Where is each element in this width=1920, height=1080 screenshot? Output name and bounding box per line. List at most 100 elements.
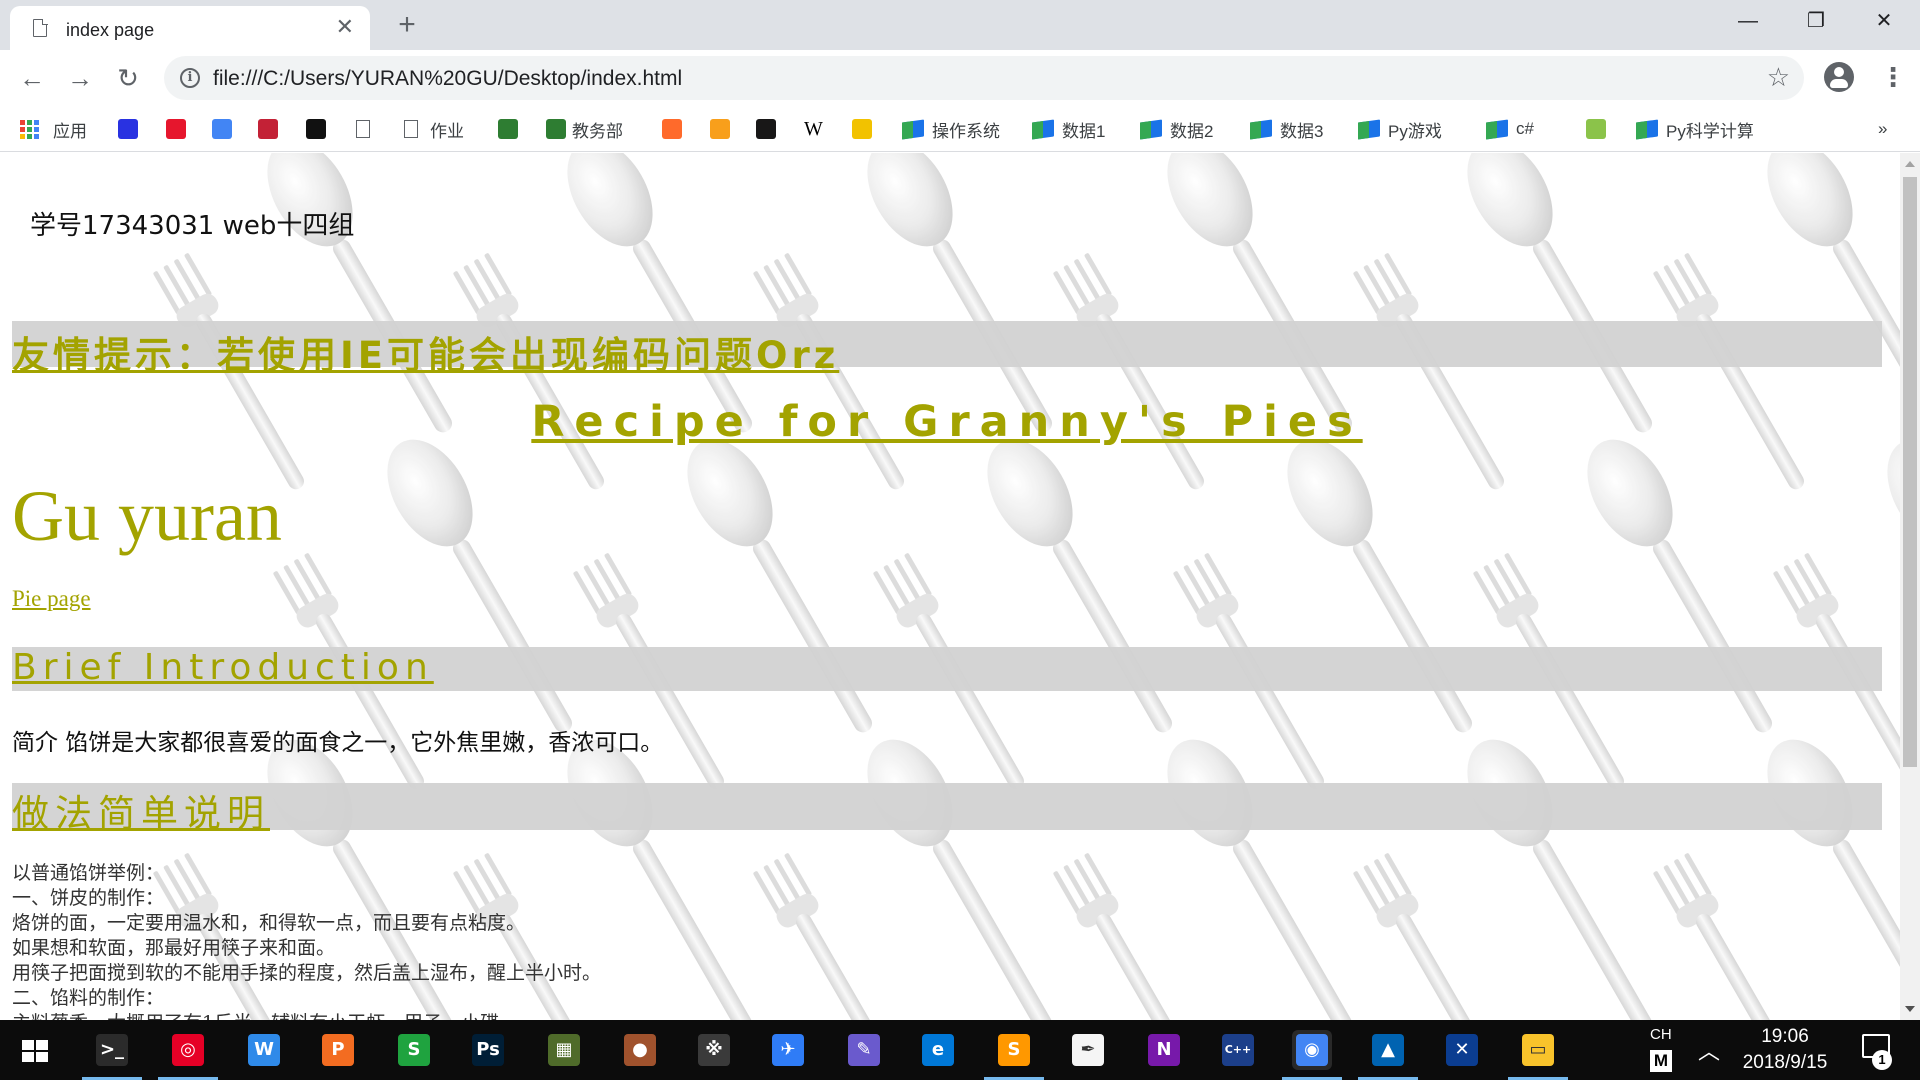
taskbar-app-onenote[interactable]: N [1144,1030,1184,1070]
taskbar-app-chrome[interactable]: ◉ [1282,1030,1342,1080]
bookmark-star-icon[interactable]: ☆ [1767,62,1790,93]
pie-page-link[interactable]: Pie page [12,586,91,612]
chrome-menu-icon[interactable]: ⋮ [1880,62,1906,92]
bookmark-item[interactable] [852,116,878,142]
bookmark-item[interactable] [710,116,736,142]
bookmark-item[interactable] [756,116,782,142]
bookmark-item[interactable]: Py科学计算 [1636,116,1754,142]
taskbar-app-wps-presentation[interactable]: P [318,1030,358,1070]
bookmark-item[interactable] [498,116,524,142]
bookmark-item[interactable] [118,116,144,142]
bookmark-item[interactable] [166,116,192,142]
taskbar-app-xshell[interactable]: ✕ [1442,1030,1482,1070]
tab-index-page[interactable]: index page ✕ [10,6,370,50]
folder-icon [1250,118,1272,140]
pen-icon: ✒ [1072,1034,1104,1066]
bookmarks-overflow-button[interactable]: » [1878,116,1887,142]
taskbar-app-paint[interactable]: ✎ [844,1030,884,1070]
folder-icon [1358,118,1380,140]
bookmark-item[interactable]: 数据2 [1140,116,1213,142]
photos-icon: ▲ [1372,1034,1404,1066]
forward-button[interactable]: → [64,62,96,94]
taskbar-app-devcpp[interactable]: C++ [1218,1030,1258,1070]
tab-close-icon[interactable]: ✕ [336,16,354,38]
taskbar-app-edge[interactable]: e [918,1030,958,1070]
bookmark-label: c# [1516,119,1534,138]
bookmark-label: W [804,117,823,140]
bookmark-item[interactable] [662,116,688,142]
netease-music-icon: ◎ [172,1034,204,1066]
taskbar-app-photos[interactable]: ▲ [1358,1030,1418,1080]
taskbar-app-netease-music[interactable]: ◎ [158,1030,218,1080]
close-window-button[interactable]: ✕ [1850,0,1918,42]
windows-start-icon[interactable] [22,1040,48,1062]
taskbar-app-file-explorer[interactable]: ▭ [1508,1030,1568,1080]
bookmark-item[interactable]: 作业 [404,116,464,142]
bookmark-item[interactable] [1586,116,1612,142]
bookmark-item[interactable] [356,116,382,142]
warning-link[interactable]: 友情提示：若使用IE可能会出现编码问题Orz [12,325,839,379]
system-clock[interactable]: 19:06 2018/9/15 [1730,1024,1840,1076]
bookmark-item[interactable]: W [804,116,823,142]
method-heading-link[interactable]: 做法简单说明 [12,783,270,837]
taskbar-app-photoshop[interactable]: Ps [468,1030,508,1070]
method-steps: 以普通馅饼举例： 一、饼皮的制作： 烙饼的面，一定要用温水和，和得软一点，而且要… [12,861,601,1020]
bookmark-item[interactable]: Py游戏 [1358,116,1442,142]
minimize-button[interactable]: — [1714,0,1782,42]
bookmark-item[interactable]: 应用 [20,116,87,142]
taskbar-app-pen[interactable]: ✒ [1068,1030,1108,1070]
reload-button[interactable]: ↻ [112,62,144,94]
scroll-up-icon[interactable] [1905,161,1915,167]
input-language[interactable]: CH [1650,1026,1672,1043]
page-scrollbar[interactable] [1900,153,1920,1020]
spoon-decoration [1467,739,1652,1020]
bookmark-label: 教务部 [572,121,623,141]
document-icon [404,120,418,138]
emoji-icon [852,119,872,139]
address-bar[interactable]: i file:///C:/Users/YURAN%20GU/Desktop/in… [164,56,1804,100]
tray-overflow-chevron-icon[interactable]: ︿ [1698,1034,1720,1066]
paint-icon: ✎ [848,1034,880,1066]
edge-icon: e [922,1034,954,1066]
intro-paragraph: 简介 馅饼是大家都很喜爱的面食之一，它外焦里嫩，香浓可口。 [12,730,664,756]
bookmark-item[interactable]: 操作系统 [902,116,1000,142]
photoshop-icon: Ps [472,1034,504,1066]
app-symbol-icon: ※ [698,1034,730,1066]
bookmark-item[interactable]: 数据1 [1032,116,1105,142]
taskbar-app-wps-spreadsheet[interactable]: S [394,1030,434,1070]
site-info-icon[interactable]: i [180,68,200,88]
taskbar-app-sublime[interactable]: S [984,1030,1044,1080]
step-line: 烙饼的面，一定要用温水和，和得软一点，而且要有点粘度。 [12,912,526,934]
taskbar-app-wps-writer[interactable]: W [244,1030,284,1070]
folder-icon [902,118,924,140]
feishu-icon: ✈ [772,1034,804,1066]
back-button[interactable]: ← [16,62,48,94]
intro-heading-link[interactable]: Brief Introduction [12,647,434,688]
bookmark-item[interactable]: 教务部 [546,116,623,142]
warning-banner: 友情提示：若使用IE可能会出现编码问题Orz [12,321,1882,377]
recipe-title-link[interactable]: Recipe for Granny's Pies [531,397,1362,447]
ime-mode-icon[interactable]: M [1650,1050,1672,1072]
scroll-down-icon[interactable] [1905,1006,1915,1012]
restore-button[interactable]: ❐ [1782,0,1850,42]
profile-avatar-icon[interactable] [1824,62,1854,92]
bookmark-item[interactable] [212,116,238,142]
new-tab-button[interactable]: + [390,8,424,42]
taskbar-app-feishu[interactable]: ✈ [768,1030,808,1070]
scrollbar-thumb[interactable] [1903,177,1917,767]
document-icon [356,120,370,138]
taskbar-app-game[interactable]: ▦ [544,1030,584,1070]
taskbar-app-chess[interactable]: ● [620,1030,660,1070]
url-text[interactable]: file:///C:/Users/YURAN%20GU/Desktop/inde… [213,67,682,91]
taskbar-app-app-symbol[interactable]: ※ [694,1030,734,1070]
bookmark-item[interactable]: c# [1486,116,1534,142]
bookmark-item[interactable]: 数据3 [1250,116,1323,142]
bookmark-item[interactable] [306,116,332,142]
taskbar-app-terminal[interactable]: >_ [82,1030,142,1080]
segmentfault-icon [306,119,326,139]
spoon-decoration [387,439,572,733]
fork-decoration [1653,253,1804,490]
step-line: 以普通馅饼举例： [12,862,165,884]
xshell-icon: ✕ [1446,1034,1478,1066]
bookmark-item[interactable] [258,116,284,142]
